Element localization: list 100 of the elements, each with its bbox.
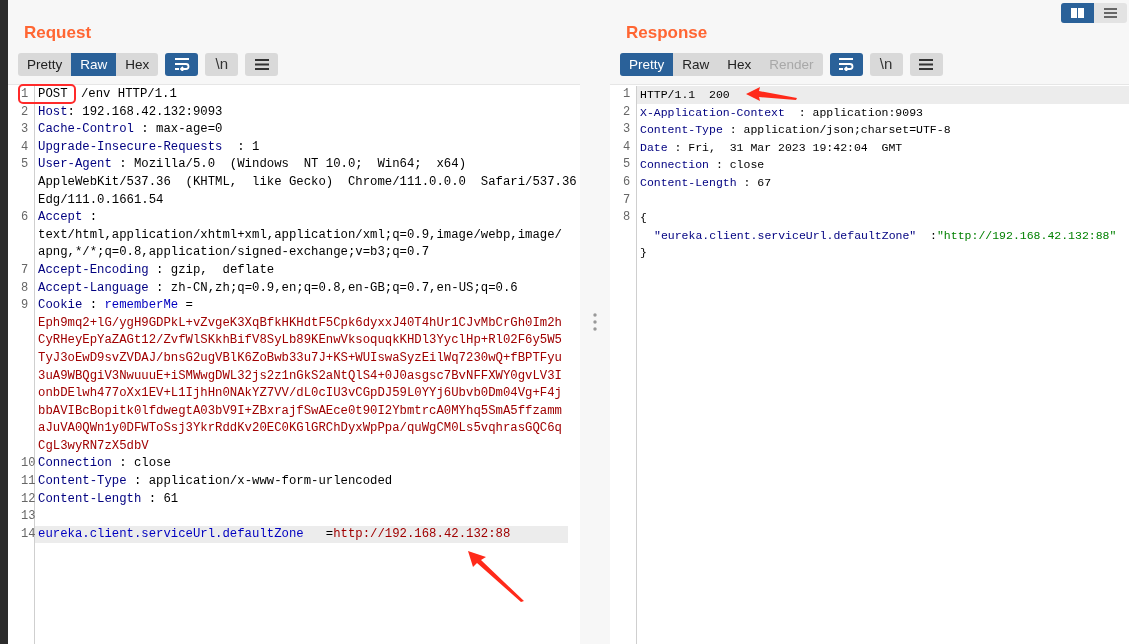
parameter-value: onbDElwh477oXx1EV+L1IjhHn0NAkYZ7VV/dL0cIU3vCGpDJ59L0YYj6Ubvb0Dm04Vg+F4j (38, 386, 562, 401)
header-name: X-Application-Context (640, 105, 785, 119)
code-text: : (929, 228, 937, 242)
code-text: HTTP/1.1 200 (640, 88, 730, 101)
parameter-name: eureka.client.serviceUrl.defaultZone (38, 526, 304, 541)
line-number: 8 (622, 209, 631, 227)
header-name: Cookie (38, 298, 83, 313)
code-text: : application:9093 (797, 105, 923, 119)
parameter-value: 3uA9WBQgiV3NwuuuE+iSMWwgDWL32js2z1nGkS2aNtQlS4+0J0asgsc7BvNFFXWY0gvLV3I (38, 368, 562, 383)
columns-icon (1071, 8, 1084, 18)
code-text: } (640, 246, 647, 260)
code-text: /env HTTP/1.1 (79, 87, 177, 101)
parameter-value: http://192.168.42.132:88 (333, 526, 511, 541)
line-number: 1 (20, 86, 29, 103)
json-key: "eureka.client.serviceUrl.defaultZone" (654, 228, 917, 242)
line-number: 11 (20, 473, 36, 491)
line-number: 4 (20, 138, 29, 156)
code-text: : Mozilla/5.0 (Windows NT 10.0; Win64; x64) (118, 157, 466, 172)
header-name: Accept (38, 210, 83, 225)
parameter-value: Eph9mq2+lG/ygH9GDPkL+vZvgeK3XqBfkHKHdtF5Cpk6dyxxJ40T4hUr1CJvMbCrGh0Im2h (38, 315, 562, 330)
code-text: : application/json;charset=UTF-8 (728, 123, 951, 137)
drag-handle-icon[interactable] (593, 313, 597, 331)
code-text: : (88, 298, 99, 313)
line-number: 2 (20, 103, 29, 121)
line-number: 5 (622, 156, 631, 174)
parameter-value: CgL3wyRN7zX5dbV (38, 438, 149, 453)
parameter-name: rememberMe (104, 298, 179, 313)
code-text: : max-age=0 (140, 122, 223, 137)
menu-icon (918, 57, 935, 71)
header-name: User-Agent (38, 157, 112, 172)
header-name: Host (38, 104, 68, 119)
header-name: Content-Length (38, 491, 142, 506)
code-text: : close (118, 456, 171, 471)
code-text: Edg/111.0.1661.54 (38, 192, 164, 207)
code-text: : 192.168.42.132:9093 (67, 104, 223, 119)
pane-title: Request (24, 24, 92, 41)
line-number: 7 (622, 191, 631, 209)
code-text: : 1 (236, 139, 260, 154)
code-text: = (324, 526, 334, 541)
line-number: 13 (20, 508, 36, 526)
code-text: AppleWebKit/537.36 (KHTML, like Gecko) Chrome/111.0.0.0 Safari/537.36 (38, 174, 577, 189)
rows-icon (1104, 8, 1117, 18)
code-text: : (88, 210, 98, 225)
code-text: { (640, 211, 647, 225)
code-text: : application/x-www-form-urlencoded (132, 474, 393, 489)
wrap-button[interactable] (165, 52, 199, 76)
code-text: : 61 (147, 491, 179, 506)
newline-toggle[interactable]: \n (205, 52, 239, 76)
code-text: : Fri, 31 Mar 2023 19:42:04 GMT (673, 140, 903, 154)
header-name: Accept-Language (38, 280, 149, 295)
header-name: Connection (640, 158, 709, 172)
code-text: text/html,application/xhtml+xml,application/xml;q=0.9,image/webp,image/ (38, 227, 562, 242)
line-number: 14 (20, 525, 36, 543)
header-name: Cache-Control (38, 122, 134, 137)
newline-toggle[interactable]: \n (869, 52, 903, 76)
header-name: Accept-Encoding (38, 262, 149, 277)
view-tab[interactable]: Pretty (620, 52, 674, 76)
wrap-icon (173, 57, 190, 71)
pointer-arrow (466, 549, 526, 603)
line-number: 10 (20, 455, 36, 473)
code-text: : 67 (742, 175, 772, 189)
menu-icon (253, 57, 270, 71)
header-name: Date (640, 140, 668, 154)
parameter-value: bbAVIBcBopitk0lfdwegtA03bV9I+ZBxrajfSwAEce0t90I2YbmtrcA0MYhq5SmA5ffzamm (38, 403, 562, 418)
wrap-button[interactable] (829, 52, 863, 76)
line-number: 3 (20, 121, 29, 139)
view-tab[interactable]: Hex (116, 52, 159, 76)
header-name: Content-Type (640, 123, 723, 137)
parameter-value: aJuVA0QWn1y0DFWToSsj3YkrRddKv20EC0KGlGRChDyxWpPpa/quWgCM0Ls5vqhrasGQC6q (38, 421, 562, 436)
code-text: : zh-CN,zh;q=0.9,en;q=0.8,en-GB;q=0.7,en-US;q=0.6 (155, 280, 518, 295)
parameter-value: TyJ3oEwD9svZVDAJ/bnsG2ugVBlK6ZoBwb33u7J+KS+WUIswaSyzEilWq7230wQ+fBPTFyu (38, 350, 562, 365)
line-number: 9 (20, 297, 29, 315)
line-number: 3 (622, 121, 631, 139)
wrap-icon (838, 57, 855, 71)
view-tab[interactable]: Raw (71, 52, 117, 76)
code-text: = (184, 298, 193, 313)
view-tab[interactable]: Raw (673, 52, 719, 76)
view-tab[interactable]: Pretty (18, 52, 72, 76)
line-number: 12 (20, 490, 36, 508)
parameter-value: CyRHeyEpYaZAGt12/ZvfWlSKkhBifV8SyLb89KEnwVksoquqkKHDl3YyclHp+Rl02F6y5W5 (38, 333, 562, 348)
line-number: 5 (20, 156, 29, 174)
code-text: apng,*/*;q=0.8,application/signed-exchange;v=b3;q=0.7 (38, 245, 430, 260)
menu-button[interactable] (245, 52, 279, 76)
line-number: 4 (622, 138, 631, 156)
header-name: Content-Type (38, 474, 127, 489)
line-number: 8 (20, 279, 29, 297)
line-number: 6 (20, 209, 29, 227)
header-name: Upgrade-Insecure-Requests (38, 139, 223, 154)
view-tab[interactable]: Hex (718, 52, 761, 76)
pane-title: Response (626, 24, 708, 41)
menu-button[interactable] (909, 52, 943, 76)
split-view-button[interactable] (1061, 3, 1094, 23)
line-number: 1 (622, 86, 631, 103)
line-number: 6 (622, 173, 631, 191)
line-number: 2 (622, 103, 631, 121)
code-text: : close (714, 158, 765, 172)
code-text: : gzip, deflate (155, 262, 275, 277)
header-name: Content-Length (640, 175, 737, 189)
json-string: "http://192.168.42.132:88" (936, 228, 1117, 242)
header-name: Connection (38, 456, 112, 471)
